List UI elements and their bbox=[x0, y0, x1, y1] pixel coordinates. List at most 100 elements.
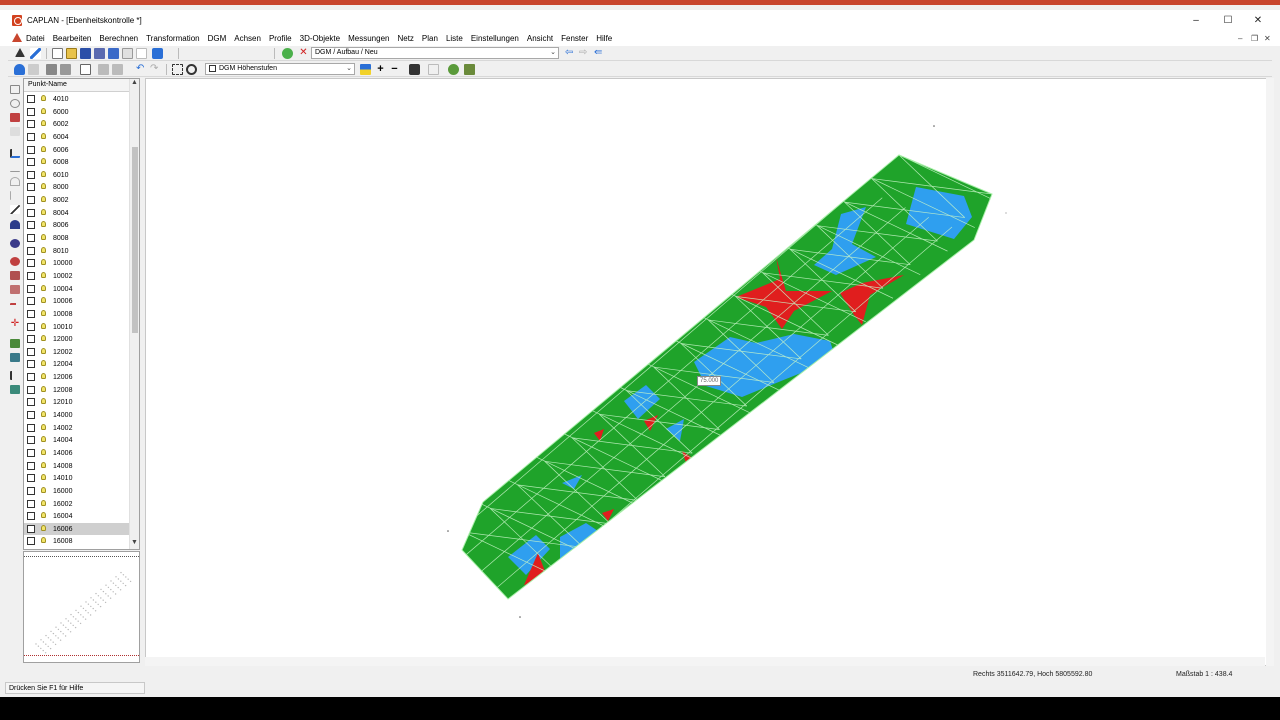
menu-item[interactable]: Fenster bbox=[561, 34, 588, 43]
caplan-app-icon[interactable] bbox=[12, 15, 22, 26]
menu-item[interactable]: Liste bbox=[446, 34, 463, 43]
point-list-item[interactable]: 16004 bbox=[24, 510, 130, 523]
point-checkbox[interactable] bbox=[27, 373, 35, 382]
point-checkbox[interactable] bbox=[27, 537, 35, 546]
grid-tool-icon[interactable] bbox=[10, 353, 20, 362]
point-checkbox[interactable] bbox=[27, 145, 35, 154]
point-list-item[interactable]: 6006 bbox=[24, 144, 130, 157]
vertical-line-tool-icon[interactable] bbox=[10, 191, 20, 200]
car-tool-icon[interactable] bbox=[10, 239, 20, 248]
arrow-return-icon[interactable]: ⇚ bbox=[594, 48, 605, 59]
point-checkbox[interactable] bbox=[27, 436, 35, 445]
print-icon[interactable] bbox=[46, 64, 57, 75]
minus-icon[interactable]: − bbox=[389, 64, 400, 75]
point-checkbox[interactable] bbox=[27, 524, 35, 533]
minimize-button[interactable]: – bbox=[1186, 13, 1206, 29]
height-levels-combo[interactable]: DGM Höhenstufen ⌄ bbox=[205, 63, 355, 75]
menu-item[interactable]: Profile bbox=[269, 34, 292, 43]
flag-icon[interactable] bbox=[464, 64, 475, 75]
menu-item[interactable]: Messungen bbox=[348, 34, 389, 43]
open-folder-icon[interactable] bbox=[66, 48, 77, 59]
confirm-icon[interactable] bbox=[282, 48, 293, 59]
dashed-line-tool-icon[interactable] bbox=[10, 303, 20, 312]
point-checkbox[interactable] bbox=[27, 297, 35, 306]
point-checkbox[interactable] bbox=[27, 208, 35, 217]
point-list-item[interactable]: 6002 bbox=[24, 118, 130, 131]
profile-tool-icon[interactable] bbox=[10, 385, 20, 394]
point-list-item[interactable]: 10010 bbox=[24, 321, 130, 334]
point-list-item[interactable]: 14000 bbox=[24, 409, 130, 422]
point-list-item[interactable]: 8010 bbox=[24, 245, 130, 258]
delete-tool-icon[interactable] bbox=[10, 113, 20, 122]
menu-item[interactable]: Hilfe bbox=[596, 34, 612, 43]
point-checkbox[interactable] bbox=[27, 335, 35, 344]
overview-preview[interactable] bbox=[23, 551, 140, 663]
point-checkbox[interactable] bbox=[27, 448, 35, 457]
binoculars-icon[interactable] bbox=[409, 64, 420, 75]
menu-item[interactable]: Datei bbox=[26, 34, 45, 43]
draw-tool-icon[interactable] bbox=[10, 205, 20, 214]
point-list-item[interactable]: 10000 bbox=[24, 257, 130, 270]
rotate-tool-icon[interactable] bbox=[10, 257, 20, 266]
point-checkbox[interactable] bbox=[27, 107, 35, 116]
point-list-item[interactable]: 14006 bbox=[24, 447, 130, 460]
point-list-item[interactable]: 12000 bbox=[24, 333, 130, 346]
point-list-item[interactable]: 12010 bbox=[24, 396, 130, 409]
point-checkbox[interactable] bbox=[27, 423, 35, 432]
undo-icon[interactable]: ↶ bbox=[136, 64, 147, 75]
menu-item[interactable]: Plan bbox=[422, 34, 438, 43]
point-name-header[interactable]: Punkt-Name bbox=[24, 79, 130, 92]
checkbox-icon[interactable] bbox=[209, 64, 216, 72]
point-list-item[interactable]: 8006 bbox=[24, 219, 130, 232]
point-checkbox[interactable] bbox=[27, 486, 35, 495]
grid-icon[interactable] bbox=[428, 64, 439, 75]
erase-tool-icon[interactable] bbox=[10, 127, 20, 136]
mdi-minimize-button[interactable]: – bbox=[1238, 34, 1242, 43]
mdi-close-button[interactable]: ✕ bbox=[1264, 34, 1271, 43]
warning-icon[interactable] bbox=[136, 48, 147, 59]
point-list-item[interactable]: 10002 bbox=[24, 270, 130, 283]
point-checkbox[interactable] bbox=[27, 158, 35, 167]
point-checkbox[interactable] bbox=[27, 309, 35, 318]
point-checkbox[interactable] bbox=[27, 461, 35, 470]
menu-item[interactable]: Ansicht bbox=[527, 34, 553, 43]
save-all-icon[interactable] bbox=[108, 48, 119, 59]
point-list-item[interactable]: 8000 bbox=[24, 181, 130, 194]
copy-icon[interactable] bbox=[60, 64, 71, 75]
point-list-item[interactable]: 14008 bbox=[24, 460, 130, 473]
point-checkbox[interactable] bbox=[27, 246, 35, 255]
point-list-item[interactable]: 14002 bbox=[24, 422, 130, 435]
cut-icon[interactable] bbox=[98, 64, 109, 75]
point-list-item[interactable]: 8002 bbox=[24, 194, 130, 207]
canvas-horizontal-scrollbar[interactable] bbox=[145, 657, 1265, 666]
point-checkbox[interactable] bbox=[27, 512, 35, 521]
point-list-item[interactable]: 12006 bbox=[24, 371, 130, 384]
canvas-vertical-scrollbar[interactable] bbox=[1266, 78, 1274, 666]
mdi-restore-button[interactable]: ❐ bbox=[1251, 34, 1258, 43]
point-list-item[interactable]: 8008 bbox=[24, 232, 130, 245]
polyline-tool-icon[interactable] bbox=[10, 163, 20, 172]
save-icon[interactable] bbox=[80, 48, 91, 59]
dgm-canvas[interactable]: 75.000 bbox=[145, 78, 1273, 666]
dgm-combo[interactable]: DGM / Aufbau / Neu ⌄ bbox=[311, 47, 559, 59]
point-checkbox[interactable] bbox=[27, 411, 35, 420]
menu-item[interactable]: Einstellungen bbox=[471, 34, 519, 43]
point-checkbox[interactable] bbox=[27, 234, 35, 243]
point-list-item[interactable]: 16000 bbox=[24, 485, 130, 498]
scroll-up-icon[interactable]: ▲ bbox=[131, 79, 138, 86]
select-tool-icon[interactable] bbox=[10, 85, 20, 94]
color-levels-icon[interactable] bbox=[360, 64, 371, 75]
point-list-item[interactable]: 4010 bbox=[24, 93, 130, 106]
menu-item[interactable]: 3D-Objekte bbox=[300, 34, 340, 43]
point-checkbox[interactable] bbox=[27, 196, 35, 205]
menu-item[interactable]: Netz bbox=[397, 34, 413, 43]
point-checkbox[interactable] bbox=[27, 259, 35, 268]
point-list-item[interactable]: 6004 bbox=[24, 131, 130, 144]
triangle-tool-icon[interactable] bbox=[15, 48, 25, 57]
close-button[interactable]: ✕ bbox=[1248, 13, 1268, 29]
plus-icon[interactable]: + bbox=[375, 64, 386, 75]
point-checkbox[interactable] bbox=[27, 385, 35, 394]
lasso-tool-icon[interactable] bbox=[10, 99, 20, 108]
point-checkbox[interactable] bbox=[27, 284, 35, 293]
menu-item[interactable]: Berechnen bbox=[99, 34, 138, 43]
